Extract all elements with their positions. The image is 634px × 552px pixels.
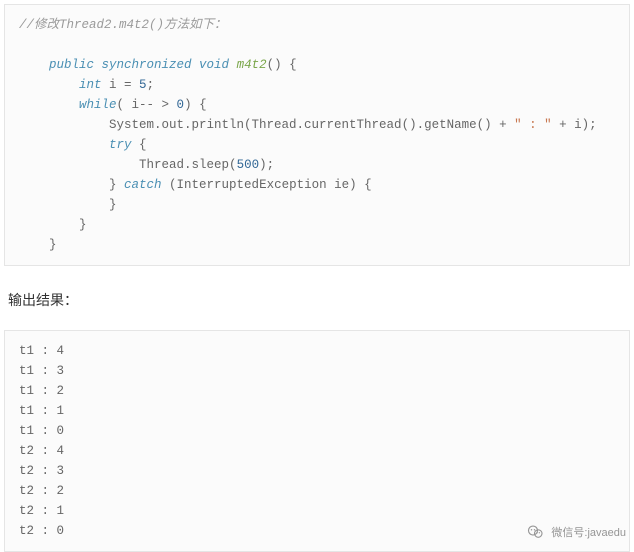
keyword: try (109, 138, 132, 152)
code-text: ( i-- > (117, 98, 177, 112)
code-text: ); (259, 158, 274, 172)
output-line: t1 : 0 (19, 424, 64, 438)
output-line: t1 : 3 (19, 364, 64, 378)
keyword: catch (124, 178, 162, 192)
code-text: i = (102, 78, 140, 92)
keyword: int (79, 78, 102, 92)
code-text: (InterruptedException ie) { (162, 178, 372, 192)
code-text: Thread.sleep( (139, 158, 237, 172)
code-text: ; (147, 78, 155, 92)
code-text: () { (267, 58, 297, 72)
number-literal: 5 (139, 78, 147, 92)
keyword: while (79, 98, 117, 112)
code-text: { (132, 138, 147, 152)
code-text: } (79, 218, 87, 232)
output-line: t1 : 4 (19, 344, 64, 358)
output-line: t2 : 0 (19, 524, 64, 538)
string-literal: " : " (514, 118, 552, 132)
wechat-icon (527, 523, 545, 541)
output-label: 输出结果： (8, 290, 626, 310)
function-name: m4t2 (237, 58, 267, 72)
number-literal: 0 (177, 98, 185, 112)
code-text: } (109, 178, 124, 192)
output-line: t2 : 2 (19, 484, 64, 498)
code-block-source: //修改Thread2.m4t2()方法如下： public synchroni… (4, 4, 630, 266)
output-line: t2 : 4 (19, 444, 64, 458)
number-literal: 500 (237, 158, 260, 172)
code-text: } (109, 198, 117, 212)
code-text: + i); (552, 118, 597, 132)
watermark-label: 微信号:javaedu (551, 524, 626, 540)
watermark: 微信号:javaedu (527, 523, 626, 541)
output-line: t1 : 2 (19, 384, 64, 398)
output-line: t2 : 1 (19, 504, 64, 518)
output-line: t1 : 1 (19, 404, 64, 418)
code-block-output: t1 : 4 t1 : 3 t1 : 2 t1 : 1 t1 : 0 t2 : … (4, 330, 630, 552)
output-line: t2 : 3 (19, 464, 64, 478)
code-text: System.out.println(Thread.currentThread(… (109, 118, 514, 132)
code-comment: //修改Thread2.m4t2()方法如下： (19, 18, 227, 32)
code-text: } (49, 238, 57, 252)
code-text: ) { (184, 98, 207, 112)
keyword: public synchronized void (49, 58, 229, 72)
